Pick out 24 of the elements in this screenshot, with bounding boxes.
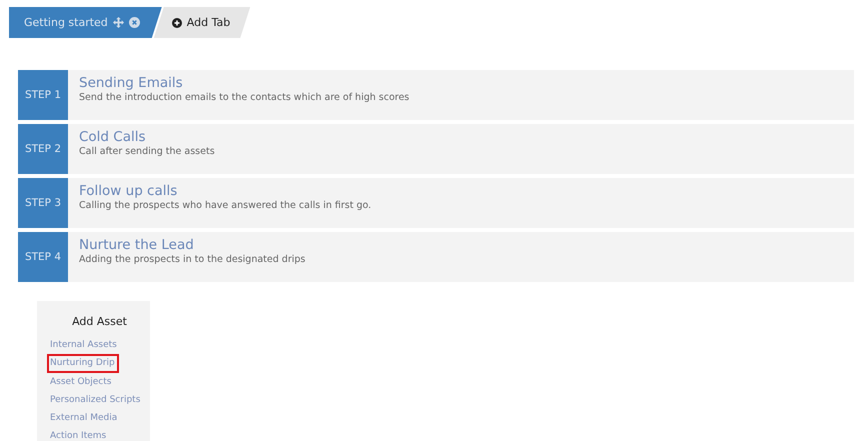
asset-link[interactable]: Personalized Scripts [47,390,144,410]
step-title: Cold Calls [79,129,146,145]
step-badge: STEP 1 [18,70,68,120]
step-description: Adding the prospects in to the designated drips [79,254,306,265]
tab[interactable]: Add Tab [154,7,250,38]
tab[interactable]: Getting started [9,7,162,38]
asset-link[interactable]: Asset Objects [47,372,116,391]
step-badge: STEP 3 [18,178,68,228]
step-title: Follow up calls [79,183,178,199]
asset-link[interactable]: Action Items [47,427,110,441]
step-description: Send the introduction emails to the contacts which are of high scores [79,92,410,103]
step-description: Call after sending the assets [79,146,215,157]
asset-link[interactable]: External Media [47,409,122,428]
step-description: Calling the prospects who have answered the calls in first go. [79,200,372,211]
move-icon[interactable] [112,17,124,28]
step-badge: STEP 2 [18,124,68,174]
step-title: Nurture the Lead [79,237,194,253]
step-title: Sending Emails [79,75,183,91]
step-badge: STEP 4 [18,232,68,282]
panel-title: Add Asset [72,315,127,328]
close-icon[interactable] [128,17,140,28]
plus-icon [172,18,182,28]
asset-link[interactable]: Nurturing Drip [47,354,119,373]
asset-link[interactable]: Internal Assets [47,336,121,354]
